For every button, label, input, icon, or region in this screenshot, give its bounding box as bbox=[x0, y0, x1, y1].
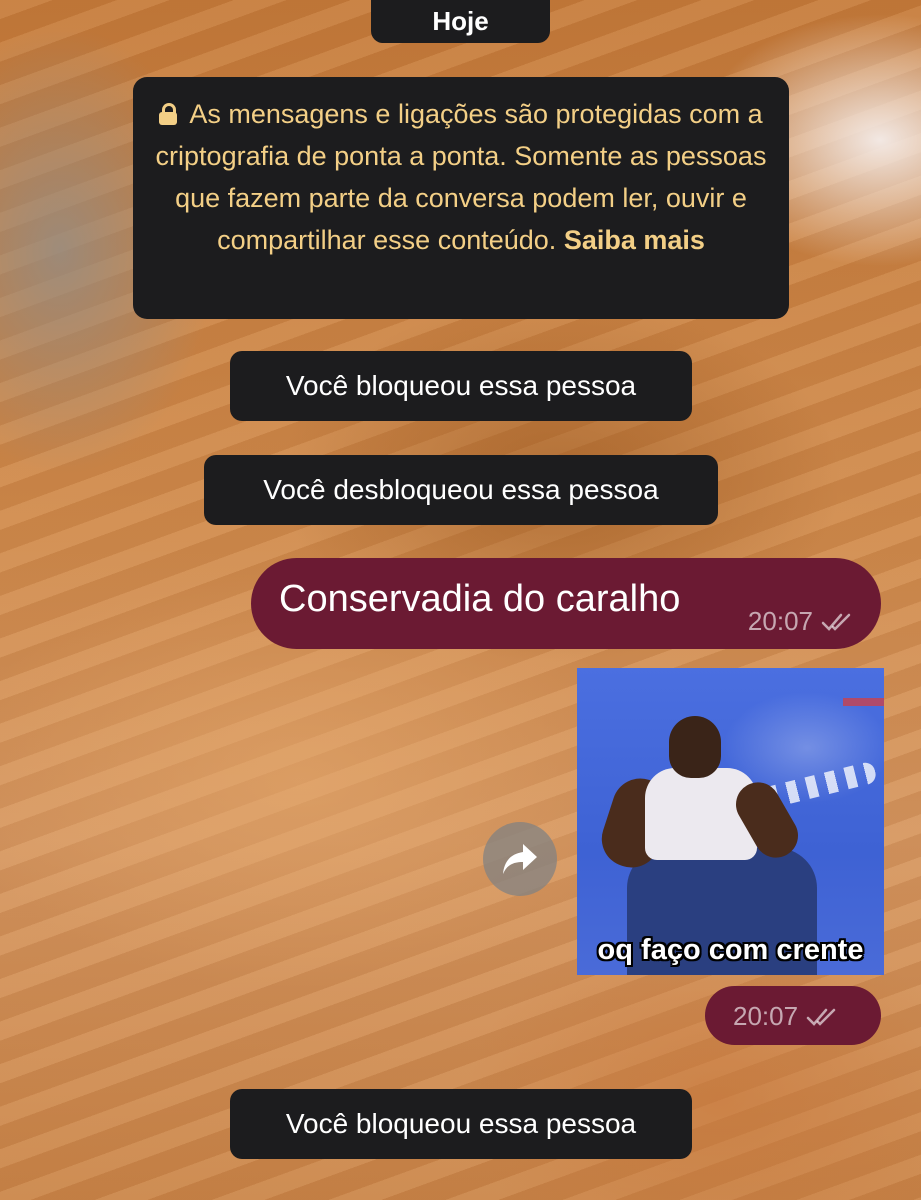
date-separator: Hoje bbox=[371, 0, 550, 43]
sticker-message[interactable]: oq faço com crente bbox=[577, 668, 884, 975]
encryption-notice[interactable]: As mensagens e ligações são protegidas c… bbox=[133, 77, 789, 319]
sticker-caption: oq faço com crente bbox=[597, 934, 864, 966]
system-event-blocked: Você bloqueou essa pessoa bbox=[230, 1089, 692, 1159]
message-text: Conservadia do caralho bbox=[279, 578, 681, 620]
double-check-icon bbox=[806, 1006, 840, 1028]
learn-more-link[interactable]: Saiba mais bbox=[564, 225, 705, 255]
message-time: 20:07 bbox=[733, 1001, 799, 1031]
system-event-blocked: Você bloqueou essa pessoa bbox=[230, 351, 692, 421]
sticker-meta-bubble: 20:07 bbox=[705, 986, 881, 1045]
system-event-unblocked: Você desbloqueou essa pessoa bbox=[204, 455, 718, 525]
message-meta: 20:07 bbox=[733, 1001, 840, 1032]
double-check-icon bbox=[821, 611, 855, 633]
message-time: 20:07 bbox=[747, 606, 813, 636]
outgoing-message[interactable]: Conservadia do caralho 20:07 bbox=[251, 558, 881, 649]
lock-icon bbox=[159, 103, 178, 125]
message-meta: 20:07 bbox=[748, 606, 855, 637]
forward-arrow-icon bbox=[503, 844, 537, 874]
forward-button[interactable] bbox=[483, 822, 557, 896]
